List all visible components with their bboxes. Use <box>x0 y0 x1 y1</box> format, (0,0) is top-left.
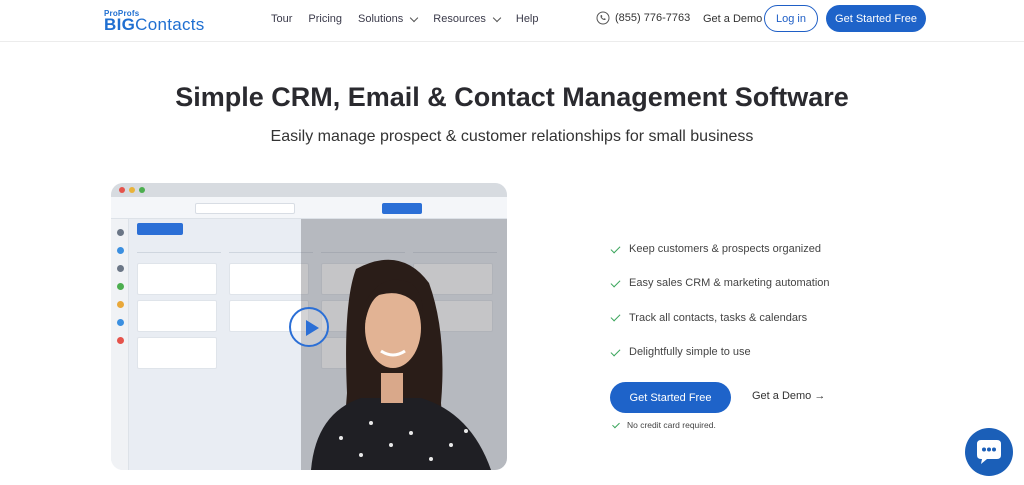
bigcontacts-logo[interactable]: ProProfs BIGContacts <box>104 9 239 35</box>
play-button[interactable] <box>289 307 329 347</box>
phone-icon <box>596 11 610 25</box>
nav-resources[interactable]: Resources <box>433 13 502 25</box>
nav-solutions[interactable]: Solutions <box>358 13 419 25</box>
header-demo-link[interactable]: Get a Demo <box>703 13 762 25</box>
feature-item: Easy sales CRM & marketing automation <box>610 266 830 300</box>
check-icon <box>610 347 621 358</box>
chat-widget-button[interactable] <box>965 428 1013 476</box>
phone-number: (855) 776-7763 <box>615 12 691 24</box>
feature-item: Keep customers & prospects organized <box>610 232 830 266</box>
check-icon <box>610 278 621 289</box>
logo-bigcontacts-text: BIGContacts <box>104 15 205 34</box>
header-get-started-button[interactable]: Get Started Free <box>826 5 926 32</box>
check-icon <box>610 312 621 323</box>
main-nav: Tour Pricing Solutions Resources Help <box>271 0 555 38</box>
page-subtitle: Easily manage prospect & customer relati… <box>270 128 754 145</box>
nav-tour[interactable]: Tour <box>271 13 292 25</box>
feature-list: Keep customers & prospects organized Eas… <box>610 232 830 369</box>
phone-link[interactable]: (855) 776-7763 <box>596 11 690 25</box>
get-started-button[interactable]: Get Started Free <box>610 382 731 413</box>
chevron-down-icon <box>492 13 502 22</box>
check-icon <box>612 421 621 430</box>
feature-item: Track all contacts, tasks & calendars <box>610 301 830 335</box>
nav-pricing[interactable]: Pricing <box>308 13 342 25</box>
nav-help[interactable]: Help <box>516 13 539 25</box>
site-header: ProProfs BIGContacts Tour Pricing Soluti… <box>0 0 1024 42</box>
product-video[interactable] <box>111 183 507 470</box>
check-icon <box>610 244 621 255</box>
chat-bubble-icon <box>977 440 1001 464</box>
feature-item: Delightfully simple to use <box>610 335 830 369</box>
get-demo-link[interactable]: Get a Demo → <box>752 390 825 402</box>
no-credit-card-note: No credit card required. <box>612 420 716 430</box>
login-button[interactable]: Log in <box>764 5 818 32</box>
chevron-down-icon <box>410 13 419 22</box>
page-title: Simple CRM, Email & Contact Management S… <box>175 82 849 112</box>
